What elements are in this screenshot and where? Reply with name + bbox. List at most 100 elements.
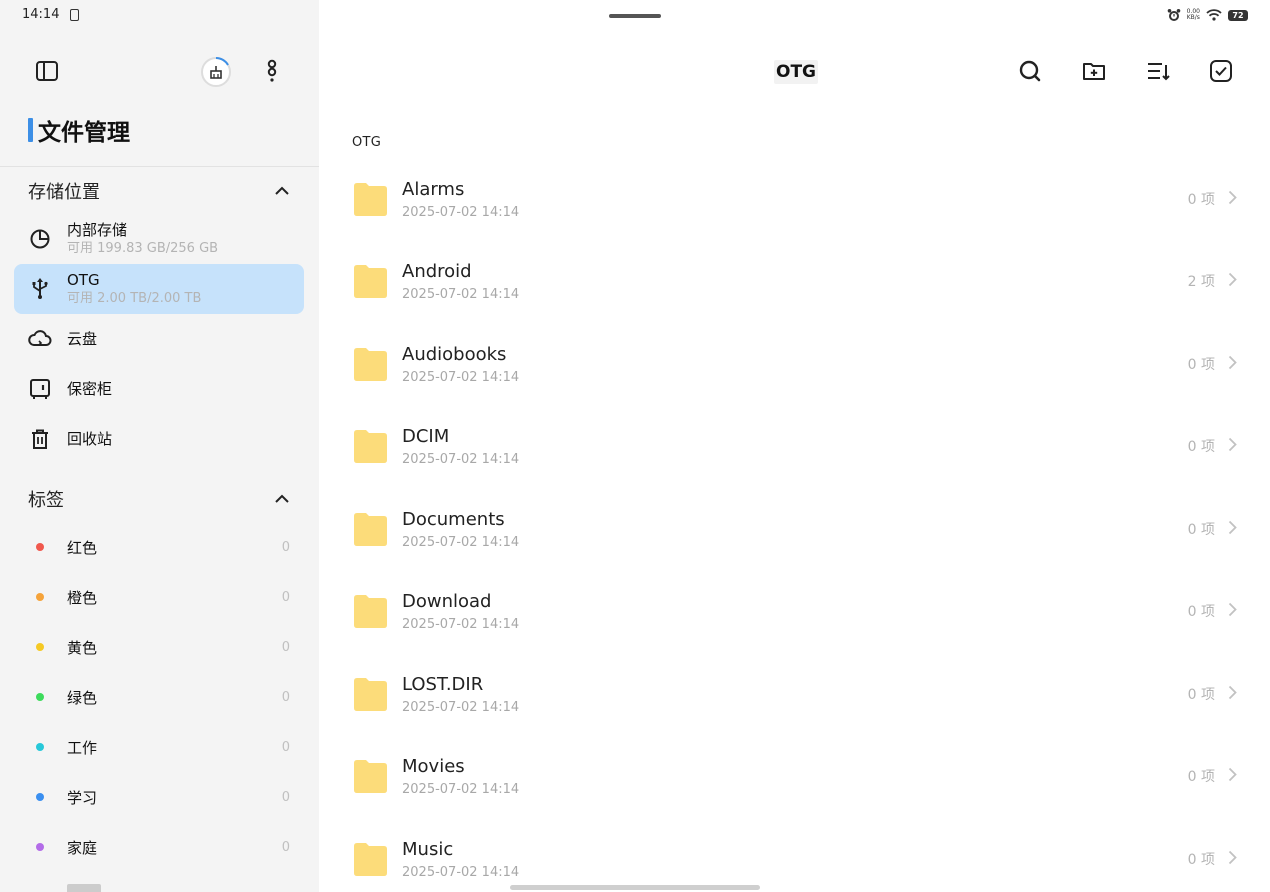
tag-count: 0 — [281, 839, 290, 855]
file-item-count: 0 项 — [1187, 192, 1215, 208]
file-name: Movies — [402, 756, 465, 777]
sidebar-item-internal-storage[interactable]: 内部存储 可用 199.83 GB/256 GB — [14, 214, 304, 264]
sidebar-item-otg[interactable]: OTG 可用 2.00 TB/2.00 TB — [14, 264, 304, 314]
sidebar-item-safe[interactable]: 保密柜 — [14, 364, 304, 414]
tag-label: 黄色 — [67, 638, 98, 657]
file-date: 2025-07-02 14:14 — [402, 617, 520, 632]
search-button[interactable] — [1017, 58, 1043, 84]
breadcrumb[interactable]: OTG — [352, 135, 381, 150]
battery-indicator: 72 — [1228, 9, 1248, 21]
file-date: 2025-07-02 14:14 — [402, 205, 520, 220]
tag-item-study[interactable]: 学习 0 — [14, 775, 304, 819]
tag-label: 红色 — [67, 538, 98, 557]
sidebar-item-label: OTG — [67, 271, 100, 289]
tag-color-dot — [36, 643, 44, 651]
file-row[interactable]: Music 2025-07-02 14:14 0 项 — [319, 827, 1270, 892]
storage-section-title: 存储位置 — [28, 182, 100, 203]
tag-count: 0 — [281, 539, 290, 555]
sidebar-divider — [0, 166, 319, 167]
status-time: 14:14 — [22, 7, 60, 22]
file-date: 2025-07-02 14:14 — [402, 287, 520, 302]
tag-item-red[interactable]: 红色 0 — [14, 525, 304, 569]
chevron-right-icon — [1228, 602, 1237, 617]
pie-chart-icon — [28, 227, 52, 251]
tag-count: 0 — [281, 789, 290, 805]
new-folder-button[interactable] — [1081, 58, 1107, 84]
title-accent-bar — [28, 118, 33, 142]
tag-count: 0 — [281, 689, 290, 705]
file-item-count: 0 项 — [1187, 769, 1215, 785]
sidebar-item-cloud[interactable]: 云盘 — [14, 314, 304, 364]
app-title-text: 文件管理 — [38, 120, 130, 146]
file-name: LOST.DIR — [402, 674, 484, 695]
file-item-count: 0 项 — [1187, 687, 1215, 703]
file-name: Alarms — [402, 179, 465, 200]
file-name: Android — [402, 261, 472, 282]
wifi-icon — [1206, 9, 1222, 21]
tag-label: 家庭 — [67, 838, 98, 857]
cleanup-button[interactable] — [200, 56, 232, 88]
sidebar-item-sub: 可用 2.00 TB/2.00 TB — [67, 291, 202, 306]
sim-icon — [70, 9, 79, 21]
cloud-icon — [28, 327, 52, 351]
checkbox-icon — [1210, 60, 1232, 82]
chevron-up-icon — [275, 186, 289, 195]
sidebar-item-label: 内部存储 — [67, 221, 128, 239]
usb-icon — [28, 277, 52, 301]
page-title: OTG — [774, 60, 819, 84]
file-date: 2025-07-02 14:14 — [402, 700, 520, 715]
tags-section-header[interactable]: 标签 — [28, 486, 290, 512]
sidebar-item-label: 回收站 — [67, 430, 113, 448]
tag-item-yellow[interactable]: 黄色 0 — [14, 625, 304, 669]
file-date: 2025-07-02 14:14 — [402, 370, 520, 385]
tag-label: 工作 — [67, 738, 98, 757]
tags-section-title: 标签 — [28, 490, 64, 511]
storage-section-header[interactable]: 存储位置 — [28, 178, 290, 204]
file-row[interactable]: Documents 2025-07-02 14:14 0 项 — [319, 497, 1270, 579]
net-speed: 0.00 KB/s — [1186, 8, 1200, 21]
tag-label: 绿色 — [67, 688, 98, 707]
tag-color-dot — [36, 543, 44, 551]
sidebar-icon — [36, 61, 58, 81]
folder-icon — [354, 265, 387, 298]
tag-color-dot — [36, 693, 44, 701]
chevron-right-icon — [1228, 437, 1237, 452]
tag-item-work[interactable]: 工作 0 — [14, 725, 304, 769]
file-row[interactable]: Audiobooks 2025-07-02 14:14 0 项 — [319, 332, 1270, 414]
sidebar-item-label: 云盘 — [67, 330, 98, 348]
file-row[interactable]: LOST.DIR 2025-07-02 14:14 0 项 — [319, 662, 1270, 744]
file-date: 2025-07-02 14:14 — [402, 452, 520, 467]
tag-item-orange[interactable]: 橙色 0 — [14, 575, 304, 619]
more-vertical-icon — [267, 59, 277, 82]
sidebar: 14:14 文件管理 存储位置 内部存储 可用 199.83 GB/256 GB… — [0, 0, 319, 892]
file-name: Audiobooks — [402, 344, 507, 365]
main-panel: 0.00 KB/s 72 OTG OTG Alarms 2025-07-02 1… — [319, 0, 1270, 892]
app-title: 文件管理 — [28, 115, 130, 146]
tag-count: 0 — [281, 739, 290, 755]
tag-item-family[interactable]: 家庭 0 — [14, 825, 304, 869]
file-row[interactable]: Alarms 2025-07-02 14:14 0 项 — [319, 167, 1270, 249]
toggle-sidebar-button[interactable] — [34, 58, 60, 84]
multi-select-button[interactable] — [1208, 58, 1234, 84]
tag-label: 橙色 — [67, 588, 98, 607]
chevron-right-icon — [1228, 272, 1237, 287]
tag-item-green[interactable]: 绿色 0 — [14, 675, 304, 719]
tag-color-dot — [36, 743, 44, 751]
home-indicator[interactable] — [510, 885, 760, 890]
folder-icon — [354, 760, 387, 793]
file-name: Music — [402, 839, 454, 860]
more-options-button[interactable] — [262, 58, 282, 86]
file-row[interactable]: Movies 2025-07-02 14:14 0 项 — [319, 744, 1270, 826]
sidebar-item-recycle-bin[interactable]: 回收站 — [14, 414, 304, 464]
folder-icon — [354, 348, 387, 381]
file-row[interactable]: Android 2025-07-02 14:14 2 项 — [319, 249, 1270, 331]
sort-button[interactable] — [1145, 58, 1171, 84]
file-row[interactable]: Download 2025-07-02 14:14 0 项 — [319, 579, 1270, 661]
drag-handle[interactable] — [609, 14, 661, 18]
file-name: Documents — [402, 509, 505, 530]
file-name: Download — [402, 591, 492, 612]
file-row[interactable]: DCIM 2025-07-02 14:14 0 项 — [319, 414, 1270, 496]
folder-icon — [354, 843, 387, 876]
chevron-right-icon — [1228, 685, 1237, 700]
tag-item-partial — [67, 884, 101, 892]
